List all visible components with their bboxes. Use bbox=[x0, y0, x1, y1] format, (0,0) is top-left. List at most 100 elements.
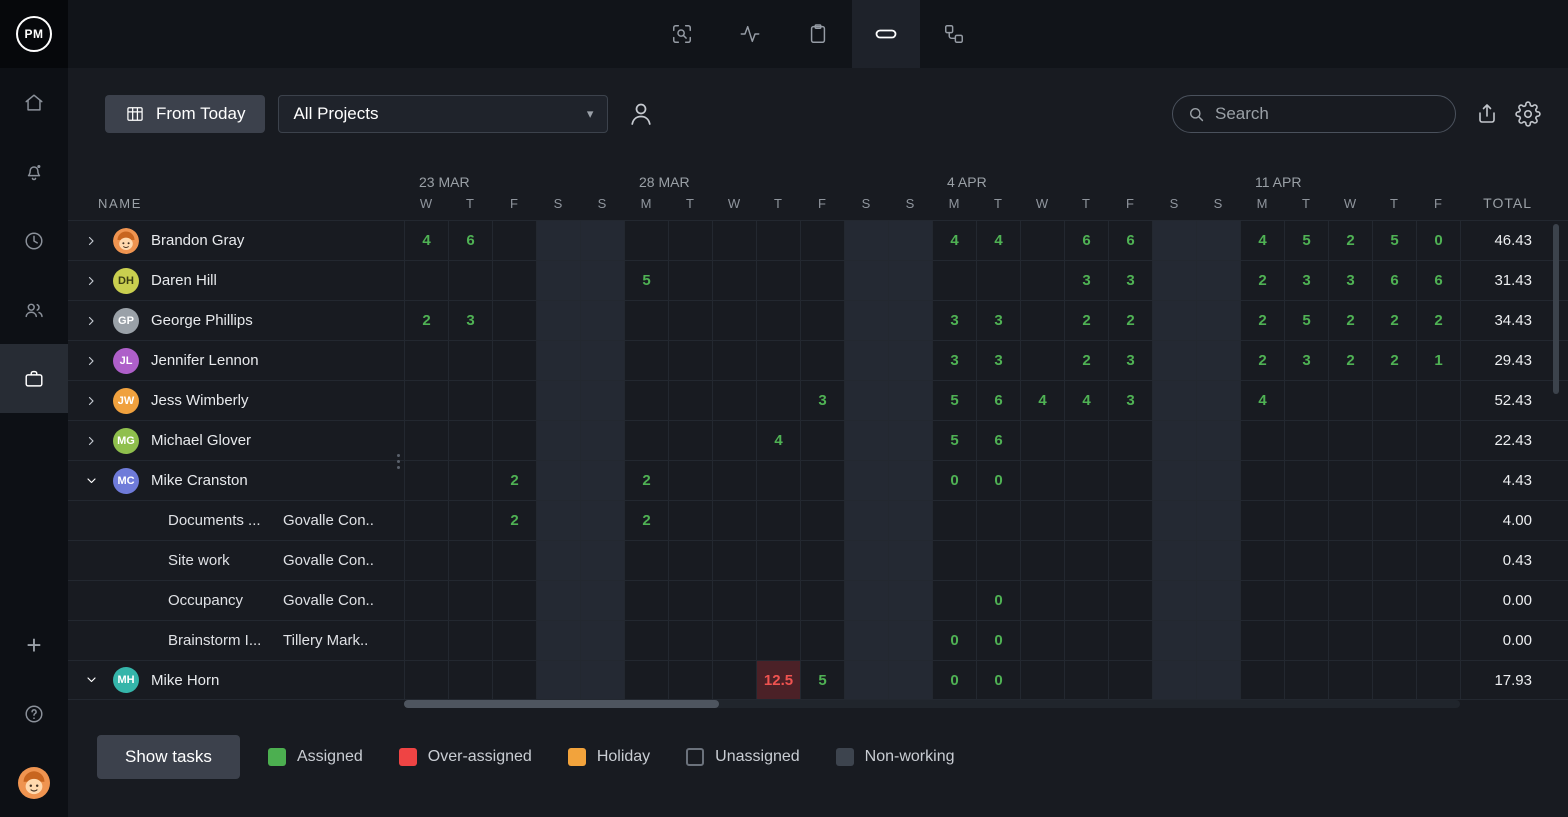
day-cell[interactable] bbox=[1372, 621, 1416, 660]
day-cell[interactable]: 2 bbox=[1328, 301, 1372, 340]
day-cell[interactable] bbox=[404, 621, 448, 660]
from-today-button[interactable]: From Today bbox=[105, 95, 265, 133]
day-cell[interactable] bbox=[1416, 661, 1460, 699]
day-cell[interactable] bbox=[1196, 421, 1240, 460]
day-cell[interactable] bbox=[1152, 461, 1196, 500]
day-cell[interactable] bbox=[1064, 621, 1108, 660]
day-cell[interactable] bbox=[536, 461, 580, 500]
day-cell[interactable]: 2 bbox=[1416, 301, 1460, 340]
day-cell[interactable] bbox=[844, 421, 888, 460]
day-cell[interactable] bbox=[404, 541, 448, 580]
day-cell[interactable] bbox=[1196, 581, 1240, 620]
chevron-right-icon[interactable] bbox=[85, 395, 98, 407]
day-cell[interactable] bbox=[580, 621, 624, 660]
day-cell[interactable] bbox=[756, 461, 800, 500]
day-cell[interactable] bbox=[580, 461, 624, 500]
day-cell[interactable]: 4 bbox=[404, 221, 448, 260]
day-cell[interactable] bbox=[1108, 461, 1152, 500]
day-cell[interactable]: 3 bbox=[1284, 261, 1328, 300]
day-cell[interactable]: 3 bbox=[976, 301, 1020, 340]
day-cell[interactable] bbox=[932, 541, 976, 580]
day-cell[interactable] bbox=[624, 341, 668, 380]
day-cell[interactable] bbox=[1284, 381, 1328, 420]
day-cell[interactable] bbox=[888, 621, 932, 660]
tab-tasks[interactable] bbox=[784, 0, 852, 68]
chevron-right-icon[interactable] bbox=[85, 355, 98, 367]
day-cell[interactable] bbox=[1328, 381, 1372, 420]
day-cell[interactable] bbox=[668, 661, 712, 699]
day-cell[interactable] bbox=[1196, 301, 1240, 340]
day-cell[interactable] bbox=[844, 261, 888, 300]
day-cell[interactable]: 2 bbox=[492, 501, 536, 540]
tab-workload[interactable] bbox=[852, 0, 920, 68]
day-cell[interactable] bbox=[580, 261, 624, 300]
day-cell[interactable] bbox=[1108, 541, 1152, 580]
vertical-scrollbar[interactable] bbox=[1553, 224, 1559, 698]
day-cell[interactable] bbox=[1152, 581, 1196, 620]
day-cell[interactable]: 3 bbox=[1064, 261, 1108, 300]
day-cell[interactable] bbox=[448, 661, 492, 699]
day-cell[interactable] bbox=[492, 301, 536, 340]
day-cell[interactable] bbox=[668, 461, 712, 500]
day-cell[interactable]: 3 bbox=[448, 301, 492, 340]
day-cell[interactable] bbox=[492, 541, 536, 580]
day-cell[interactable] bbox=[1152, 661, 1196, 699]
task-row-header[interactable]: OccupancyGovalle Con.. bbox=[68, 581, 404, 620]
day-cell[interactable] bbox=[844, 661, 888, 699]
day-cell[interactable] bbox=[1196, 541, 1240, 580]
day-cell[interactable] bbox=[888, 501, 932, 540]
day-cell[interactable] bbox=[580, 381, 624, 420]
day-cell[interactable] bbox=[1284, 501, 1328, 540]
app-logo[interactable]: PM bbox=[0, 0, 68, 68]
day-cell[interactable] bbox=[1328, 661, 1372, 699]
day-cell[interactable] bbox=[712, 421, 756, 460]
person-row-header[interactable]: DHDaren Hill bbox=[68, 261, 404, 300]
day-cell[interactable] bbox=[580, 301, 624, 340]
column-resize-handle[interactable] bbox=[394, 450, 402, 472]
chevron-right-icon[interactable] bbox=[85, 315, 98, 327]
day-cell[interactable] bbox=[1196, 381, 1240, 420]
day-cell[interactable]: 0 bbox=[1416, 221, 1460, 260]
day-cell[interactable] bbox=[800, 581, 844, 620]
day-cell[interactable] bbox=[1152, 421, 1196, 460]
day-cell[interactable] bbox=[1416, 421, 1460, 460]
day-cell[interactable] bbox=[624, 221, 668, 260]
day-cell[interactable] bbox=[1020, 661, 1064, 699]
help-button[interactable] bbox=[0, 679, 68, 748]
sidebar-item-home[interactable] bbox=[0, 68, 68, 137]
day-cell[interactable] bbox=[404, 461, 448, 500]
day-cell[interactable]: 5 bbox=[1284, 301, 1328, 340]
day-cell[interactable] bbox=[404, 261, 448, 300]
day-cell[interactable]: 2 bbox=[492, 461, 536, 500]
day-cell[interactable] bbox=[756, 301, 800, 340]
day-cell[interactable] bbox=[1372, 661, 1416, 699]
day-cell[interactable]: 2 bbox=[1372, 341, 1416, 380]
day-cell[interactable]: 4 bbox=[756, 421, 800, 460]
day-cell[interactable] bbox=[844, 221, 888, 260]
day-cell[interactable] bbox=[1240, 461, 1284, 500]
day-cell[interactable] bbox=[756, 341, 800, 380]
day-cell[interactable]: 2 bbox=[624, 461, 668, 500]
vertical-scrollbar-thumb[interactable] bbox=[1553, 224, 1559, 394]
day-cell[interactable]: 4 bbox=[1240, 381, 1284, 420]
day-cell[interactable] bbox=[624, 621, 668, 660]
day-cell[interactable]: 3 bbox=[1108, 261, 1152, 300]
person-row-header[interactable]: JWJess Wimberly bbox=[68, 381, 404, 420]
day-cell[interactable] bbox=[1416, 581, 1460, 620]
day-cell[interactable]: 4 bbox=[932, 221, 976, 260]
day-cell[interactable] bbox=[1064, 541, 1108, 580]
day-cell[interactable]: 6 bbox=[1064, 221, 1108, 260]
day-cell[interactable] bbox=[1416, 501, 1460, 540]
day-cell[interactable] bbox=[580, 421, 624, 460]
day-cell[interactable] bbox=[976, 261, 1020, 300]
day-cell[interactable] bbox=[712, 661, 756, 699]
day-cell[interactable] bbox=[844, 541, 888, 580]
day-cell[interactable] bbox=[1240, 661, 1284, 699]
day-cell[interactable]: 2 bbox=[1240, 261, 1284, 300]
person-row-header[interactable]: JLJennifer Lennon bbox=[68, 341, 404, 380]
day-cell[interactable] bbox=[624, 541, 668, 580]
day-cell[interactable] bbox=[536, 381, 580, 420]
day-cell[interactable] bbox=[448, 461, 492, 500]
day-cell[interactable] bbox=[932, 261, 976, 300]
day-cell[interactable] bbox=[756, 501, 800, 540]
